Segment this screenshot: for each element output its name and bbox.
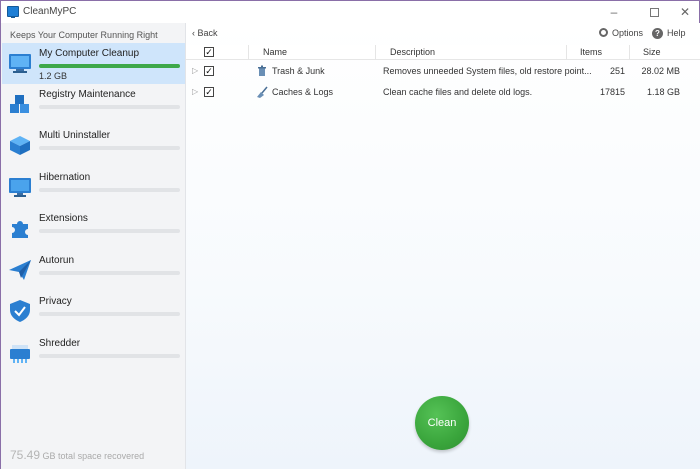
shield-icon bbox=[10, 300, 30, 322]
column-divider bbox=[248, 45, 249, 60]
column-divider bbox=[629, 45, 630, 60]
row-items: 17815 bbox=[599, 87, 625, 97]
sidebar-item-registry-maintenance[interactable]: Registry Maintenance bbox=[2, 84, 185, 125]
progress-bar bbox=[39, 64, 180, 68]
registry-cubes-icon bbox=[10, 95, 29, 113]
broom-icon bbox=[257, 86, 268, 98]
progress-bar bbox=[39, 229, 180, 233]
progress-fill bbox=[39, 64, 180, 68]
shredder-icon bbox=[10, 345, 30, 363]
gear-icon bbox=[599, 28, 608, 37]
maximize-button[interactable] bbox=[638, 3, 670, 21]
row-checkbox[interactable]: ✓ bbox=[204, 66, 214, 76]
sidebar-item-label: Registry Maintenance bbox=[39, 89, 136, 100]
progress-bar bbox=[39, 312, 180, 316]
sidebar-item-hibernation[interactable]: Hibernation bbox=[2, 167, 185, 208]
row-checkbox[interactable]: ✓ bbox=[204, 87, 214, 97]
sidebar-item-label: My Computer Cleanup bbox=[39, 48, 140, 59]
minimize-button[interactable]: – bbox=[598, 3, 630, 21]
help-button[interactable]: ? Help bbox=[652, 28, 686, 39]
expand-arrow-icon[interactable]: ▷ bbox=[192, 66, 198, 75]
sidebar-item-multi-uninstaller[interactable]: Multi Uninstaller bbox=[2, 125, 185, 166]
total-space-recovered: 75.49 GB total space recovered bbox=[10, 448, 144, 462]
row-name: Trash & Junk bbox=[272, 66, 325, 76]
sidebar-item-label: Privacy bbox=[39, 296, 72, 307]
row-items: 251 bbox=[609, 66, 625, 76]
progress-bar bbox=[39, 188, 180, 192]
column-header-description[interactable]: Description bbox=[390, 47, 435, 57]
row-description: Clean cache files and delete old logs. bbox=[383, 87, 533, 97]
row-size: 1.18 GB bbox=[646, 87, 680, 97]
back-label: Back bbox=[197, 28, 218, 38]
toolbar: ‹ Back Options ? Help bbox=[186, 23, 700, 45]
chevron-left-icon: ‹ bbox=[192, 28, 195, 38]
paper-plane-icon bbox=[9, 260, 31, 280]
options-label: Options bbox=[612, 28, 644, 38]
window-title: CleanMyPC bbox=[23, 6, 77, 17]
table-header: ✓ Name Description Items Size bbox=[186, 45, 700, 60]
sidebar-item-label: Hibernation bbox=[39, 172, 91, 183]
sidebar-item-my-computer-cleanup[interactable]: My Computer Cleanup 1.2 GB bbox=[2, 43, 185, 84]
progress-bar bbox=[39, 354, 180, 358]
progress-bar bbox=[39, 271, 180, 275]
back-button[interactable]: ‹ Back bbox=[192, 28, 218, 38]
column-divider bbox=[566, 45, 567, 60]
sidebar-item-label: Shredder bbox=[39, 338, 81, 349]
computer-icon bbox=[9, 54, 31, 73]
title-bar: CleanMyPC – ✕ bbox=[1, 1, 699, 23]
sidebar-item-label: Multi Uninstaller bbox=[39, 130, 111, 141]
column-divider bbox=[375, 45, 376, 60]
sidebar: Keeps Your Computer Running Right My Com… bbox=[1, 23, 186, 469]
help-icon: ? bbox=[652, 28, 663, 39]
column-header-size[interactable]: Size bbox=[643, 47, 661, 57]
progress-bar bbox=[39, 146, 180, 150]
uninstaller-box-icon bbox=[10, 136, 30, 155]
select-all-checkbox[interactable]: ✓ bbox=[204, 47, 214, 57]
table-row[interactable]: ▷ ✓ Caches & Logs Clean cache files and … bbox=[186, 84, 700, 104]
sidebar-item-privacy[interactable]: Privacy bbox=[2, 291, 185, 332]
puzzle-icon bbox=[12, 221, 28, 238]
row-size: 28.02 MB bbox=[641, 66, 680, 76]
row-name: Caches & Logs bbox=[272, 87, 334, 97]
table-row[interactable]: ▷ ✓ Trash & Junk Removes unneeded System… bbox=[186, 63, 700, 83]
app-window: CleanMyPC – ✕ Keeps Your Computer Runnin… bbox=[0, 0, 700, 469]
options-button[interactable]: Options bbox=[599, 28, 643, 38]
space-amount: 75.49 bbox=[10, 448, 41, 462]
progress-bar bbox=[39, 105, 180, 109]
close-button[interactable]: ✕ bbox=[669, 3, 700, 21]
space-label: GB total space recovered bbox=[42, 451, 145, 461]
sidebar-item-shredder[interactable]: Shredder bbox=[2, 333, 185, 374]
help-label: Help bbox=[667, 28, 686, 38]
sidebar-item-label: Autorun bbox=[39, 255, 75, 266]
sidebar-item-size: 1.2 GB bbox=[39, 71, 68, 81]
row-description: Removes unneeded System files, old resto… bbox=[383, 66, 592, 76]
tagline: Keeps Your Computer Running Right bbox=[10, 30, 158, 40]
column-header-items[interactable]: Items bbox=[580, 47, 602, 57]
sidebar-item-autorun[interactable]: Autorun bbox=[2, 250, 185, 291]
main-panel: ‹ Back Options ? Help ✓ Name Description … bbox=[186, 23, 700, 469]
expand-arrow-icon[interactable]: ▷ bbox=[192, 87, 198, 96]
maximize-icon bbox=[649, 8, 659, 18]
sidebar-item-label: Extensions bbox=[39, 213, 88, 224]
column-header-name[interactable]: Name bbox=[263, 47, 287, 57]
app-logo-icon bbox=[7, 6, 19, 18]
trash-icon bbox=[258, 65, 266, 76]
clean-button[interactable]: Clean bbox=[415, 396, 469, 450]
sidebar-item-extensions[interactable]: Extensions bbox=[2, 208, 185, 249]
monitor-icon bbox=[9, 178, 31, 197]
